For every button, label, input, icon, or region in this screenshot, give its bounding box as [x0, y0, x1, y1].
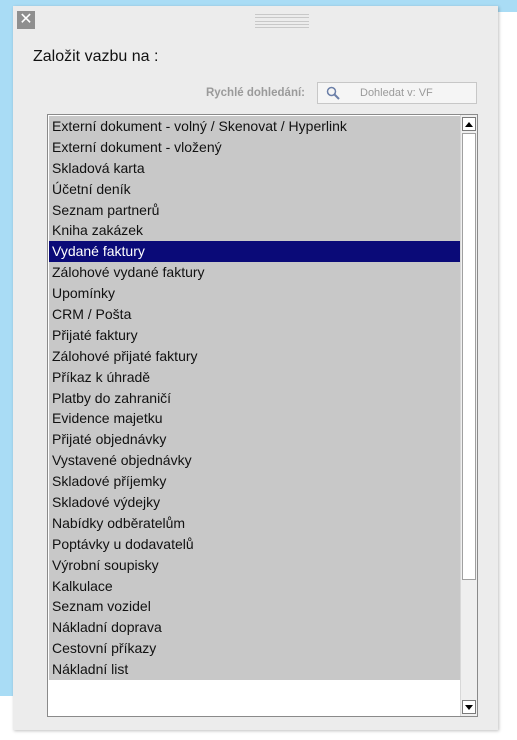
list-item[interactable]: Externí dokument - vložený: [49, 136, 460, 158]
quick-search-row: Rychlé dohledání:: [13, 82, 498, 106]
dialog-title: Založit vazbu na :: [33, 48, 159, 65]
quick-search-label: Rychlé dohledání:: [205, 87, 305, 99]
list-item[interactable]: Cestovní příkazy: [49, 638, 460, 660]
list-item[interactable]: Vystavené objednávky: [49, 450, 460, 472]
list-item[interactable]: CRM / Pošta: [49, 304, 460, 325]
list-item[interactable]: Seznam vozidel: [49, 596, 460, 618]
list-item[interactable]: Poptávky u dodavatelů: [49, 533, 460, 555]
scrollbar-thumb[interactable]: [462, 133, 476, 580]
list-item[interactable]: Seznam partnerů: [49, 199, 460, 221]
list-item[interactable]: Evidence majetku: [49, 408, 460, 430]
list-item[interactable]: Skladové výdejky: [49, 492, 460, 513]
list-item[interactable]: Nákladní list: [49, 659, 460, 681]
close-button[interactable]: ✕: [17, 11, 35, 29]
list-item[interactable]: Skladové příjemky: [49, 471, 460, 493]
list-item[interactable]: Upomínky: [49, 283, 460, 305]
list-item[interactable]: Externí dokument - volný / Skenovat / Hy…: [49, 116, 460, 137]
list-item[interactable]: Příkaz k úhradě: [49, 366, 460, 388]
list-item[interactable]: Nabídky odběratelům: [49, 512, 460, 534]
arrow-down-icon: [465, 704, 473, 710]
link-type-list: Externí dokument - volný / Skenovat / Hy…: [49, 116, 460, 681]
list-item[interactable]: Kalkulace: [49, 575, 460, 597]
list-item[interactable]: Účetní deník: [49, 178, 460, 200]
list-item[interactable]: Skladová karta: [49, 157, 460, 179]
close-icon: ✕: [19, 11, 33, 28]
quick-search-input[interactable]: [348, 85, 484, 101]
link-type-listbox[interactable]: Externí dokument - volný / Skenovat / Hy…: [47, 114, 478, 717]
list-item[interactable]: Kniha zakázek: [49, 220, 460, 242]
drag-handle[interactable]: [255, 14, 309, 28]
scroll-down-button[interactable]: [462, 700, 476, 714]
list-item[interactable]: Platby do zahraničí: [49, 387, 460, 409]
list-item[interactable]: Výrobní soupisky: [49, 554, 460, 576]
list-item[interactable]: Přijaté objednávky: [49, 429, 460, 451]
list-item[interactable]: Vydané faktury: [49, 241, 460, 263]
scroll-up-button[interactable]: [462, 117, 476, 131]
link-dialog: ✕ Založit vazbu na : Rychlé dohledání: E…: [13, 6, 498, 730]
vertical-scrollbar[interactable]: [460, 115, 477, 716]
arrow-up-icon: [465, 121, 473, 127]
quick-search-box[interactable]: [317, 82, 484, 104]
list-item[interactable]: Nákladní doprava: [49, 617, 460, 639]
list-item[interactable]: Zálohové vydané faktury: [49, 262, 460, 284]
desktop-background-left: [0, 0, 13, 696]
search-icon: [326, 86, 340, 100]
list-item[interactable]: Přijaté faktury: [49, 324, 460, 346]
list-item[interactable]: Zálohové přijaté faktury: [49, 345, 460, 367]
